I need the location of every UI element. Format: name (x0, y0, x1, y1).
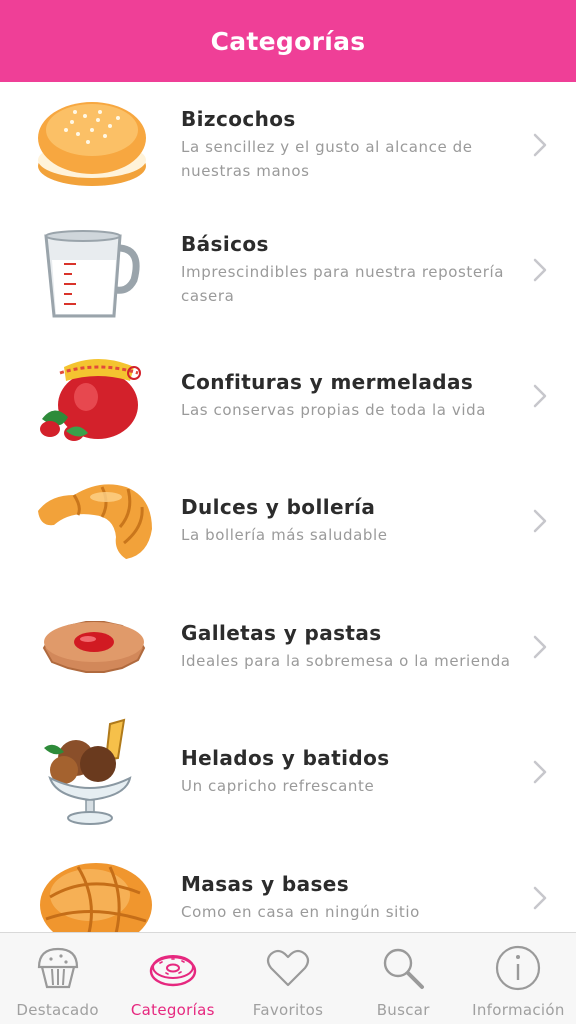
cookie-icon (30, 592, 156, 702)
category-subtitle: Imprescindibles para nuestra repostería … (181, 263, 505, 306)
chevron-right-icon (532, 133, 548, 157)
tab-bar: Destacado Categorías Favoritos Buscar In… (0, 932, 576, 1024)
category-title: Masas y bases (181, 871, 350, 896)
muffin-icon (33, 943, 83, 993)
bread-bun-icon (30, 843, 156, 932)
magnifier-icon (378, 943, 428, 993)
tab-destacado[interactable]: Destacado (0, 933, 115, 1024)
measuring-jug-icon (30, 216, 156, 326)
category-row-confituras[interactable]: Confituras y mermeladas Las conservas pr… (0, 333, 576, 459)
category-title: Bizcochos (181, 106, 296, 131)
category-title: Confituras y mermeladas (181, 369, 474, 394)
tab-label: Categorías (130, 1001, 215, 1019)
category-row-masas[interactable]: Masas y bases Como en casa en ningún sit… (0, 835, 576, 932)
ice-cream-icon (30, 718, 156, 828)
category-title: Helados y batidos (181, 746, 390, 771)
tab-favoritos[interactable]: Favoritos (230, 933, 345, 1024)
tab-buscar[interactable]: Buscar (346, 933, 461, 1024)
tab-informacion[interactable]: Información (461, 933, 576, 1024)
category-subtitle: Las conservas propias de toda la vida (181, 400, 487, 419)
chevron-right-icon (532, 258, 548, 282)
chevron-right-icon (532, 635, 548, 659)
category-row-galletas[interactable]: Galletas y pastas Ideales para la sobrem… (0, 584, 576, 710)
category-row-helados[interactable]: Helados y batidos Un capricho refrescant… (0, 709, 576, 835)
category-title: Básicos (181, 232, 269, 257)
category-row-basicos[interactable]: Básicos Imprescindibles para nuestra rep… (0, 207, 576, 333)
tab-label: Buscar (376, 1001, 430, 1019)
donut-icon (148, 943, 198, 993)
category-title: Dulces y bollería (181, 495, 376, 520)
nav-bar: Categorías (0, 0, 576, 82)
chevron-right-icon (532, 509, 548, 533)
tab-categorias[interactable]: Categorías (115, 933, 230, 1024)
page-title: Categorías (210, 26, 366, 56)
category-subtitle: Ideales para la sobremesa o la merienda (181, 651, 511, 670)
chevron-right-icon (532, 886, 548, 910)
cake-icon (30, 90, 156, 200)
heart-icon (263, 943, 313, 993)
category-row-bizcochos[interactable]: Bizcochos La sencillez y el gusto al alc… (0, 82, 576, 208)
croissant-icon (30, 467, 156, 577)
tab-label: Información (472, 1001, 565, 1019)
category-subtitle: Un capricho refrescante (181, 777, 375, 796)
chevron-right-icon (532, 760, 548, 784)
category-title: Galletas y pastas (181, 620, 382, 645)
category-subtitle: La sencillez y el gusto al alcance de nu… (181, 137, 473, 180)
tab-label: Destacado (16, 1001, 99, 1019)
category-subtitle: Como en casa en ningún sitio (181, 902, 420, 921)
info-icon (493, 943, 543, 993)
category-list[interactable]: Bizcochos La sencillez y el gusto al alc… (0, 82, 576, 932)
tab-label: Favoritos (252, 1001, 324, 1019)
category-subtitle: La bollería más saludable (181, 526, 388, 545)
chevron-right-icon (532, 384, 548, 408)
category-row-dulces[interactable]: Dulces y bollería La bollería más saluda… (0, 458, 576, 584)
jam-jar-icon (30, 341, 156, 451)
